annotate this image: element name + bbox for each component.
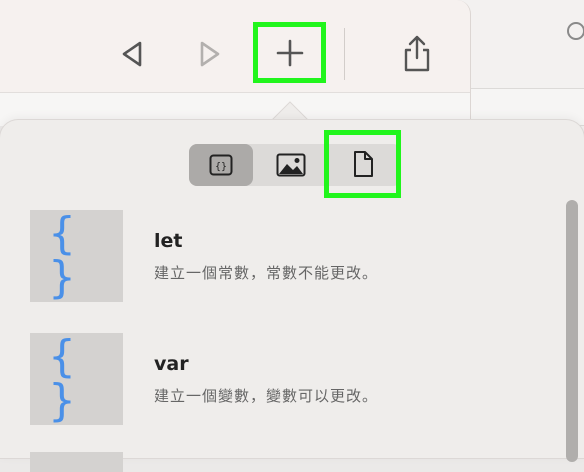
- back-button[interactable]: [112, 34, 152, 74]
- share-icon: [404, 35, 430, 72]
- item-description: 建立一個變數，變數可以更改。: [154, 387, 379, 405]
- circle-icon[interactable]: [567, 22, 584, 40]
- tab-images[interactable]: [259, 144, 323, 186]
- item-description: 建立一個常數，常數不能更改。: [154, 264, 379, 282]
- chevron-right-icon: [200, 41, 220, 67]
- list-item[interactable]: { } let 建立一個常數，常數不能更改。: [30, 210, 530, 302]
- snippet-thumbnail: { }: [30, 333, 123, 425]
- scrollbar[interactable]: [566, 200, 578, 462]
- forward-button[interactable]: [190, 34, 230, 74]
- toolbar-divider: [344, 28, 345, 80]
- image-icon: [276, 153, 306, 177]
- tab-code-snippets[interactable]: {}: [189, 144, 253, 186]
- segmented-control: {}: [189, 130, 401, 198]
- share-button[interactable]: [396, 32, 438, 76]
- code-braces-icon: {}: [209, 154, 233, 176]
- chevron-left-icon: [122, 41, 142, 67]
- snippet-thumbnail-partial: [30, 452, 123, 472]
- add-button[interactable]: [253, 22, 326, 83]
- svg-text:{}: {}: [215, 162, 227, 173]
- item-title: var: [154, 353, 189, 375]
- plus-icon: [276, 39, 303, 66]
- code-braces-icon: { }: [48, 208, 94, 303]
- tab-documents[interactable]: [324, 130, 401, 198]
- list-item[interactable]: { } var 建立一個變數，變數可以更改。: [30, 333, 530, 425]
- snippet-thumbnail: { }: [30, 210, 123, 302]
- document-icon: [353, 151, 373, 177]
- code-braces-icon: { }: [48, 331, 94, 426]
- item-title: let: [154, 230, 183, 252]
